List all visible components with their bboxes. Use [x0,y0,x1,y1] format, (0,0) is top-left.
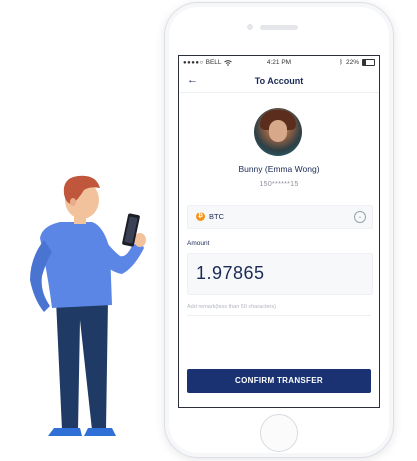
screen-header: ← To Account [179,72,379,93]
speaker-grille [260,25,298,30]
remark-input[interactable]: Add remark(less than 50 characters) [187,304,276,310]
phone-frame: ●●●●○ BELL 4:21 PM ᛒ 22% ← To Account Bu… [164,2,394,458]
recipient-name: Bunny (Emma Wong) [238,164,320,174]
remark-divider [187,315,371,316]
confirm-transfer-button[interactable]: CONFIRM TRANSFER [187,369,371,393]
currency-select[interactable]: ₿ BTC ⌄ [187,205,373,229]
phone-screen: ●●●●○ BELL 4:21 PM ᛒ 22% ← To Account Bu… [178,55,380,408]
bluetooth-icon: ᛒ [339,59,343,66]
avatar [254,108,302,156]
battery-percent: 22% [345,59,359,66]
currency-code: BTC [209,212,224,221]
home-button[interactable] [260,414,298,452]
status-bar: ●●●●○ BELL 4:21 PM ᛒ 22% [179,56,379,70]
battery-icon [362,59,375,66]
recipient-account: 150******15 [259,181,299,188]
amount-label: Amount [187,240,210,247]
avatar-face [269,120,287,142]
page-title: To Account [254,76,304,86]
amount-value: 1.97865 [196,263,265,283]
bitcoin-icon: ₿ [196,212,205,221]
amount-input[interactable]: 1.97865 [187,253,373,295]
chevron-down-icon[interactable]: ⌄ [354,211,366,223]
front-camera [247,24,253,30]
